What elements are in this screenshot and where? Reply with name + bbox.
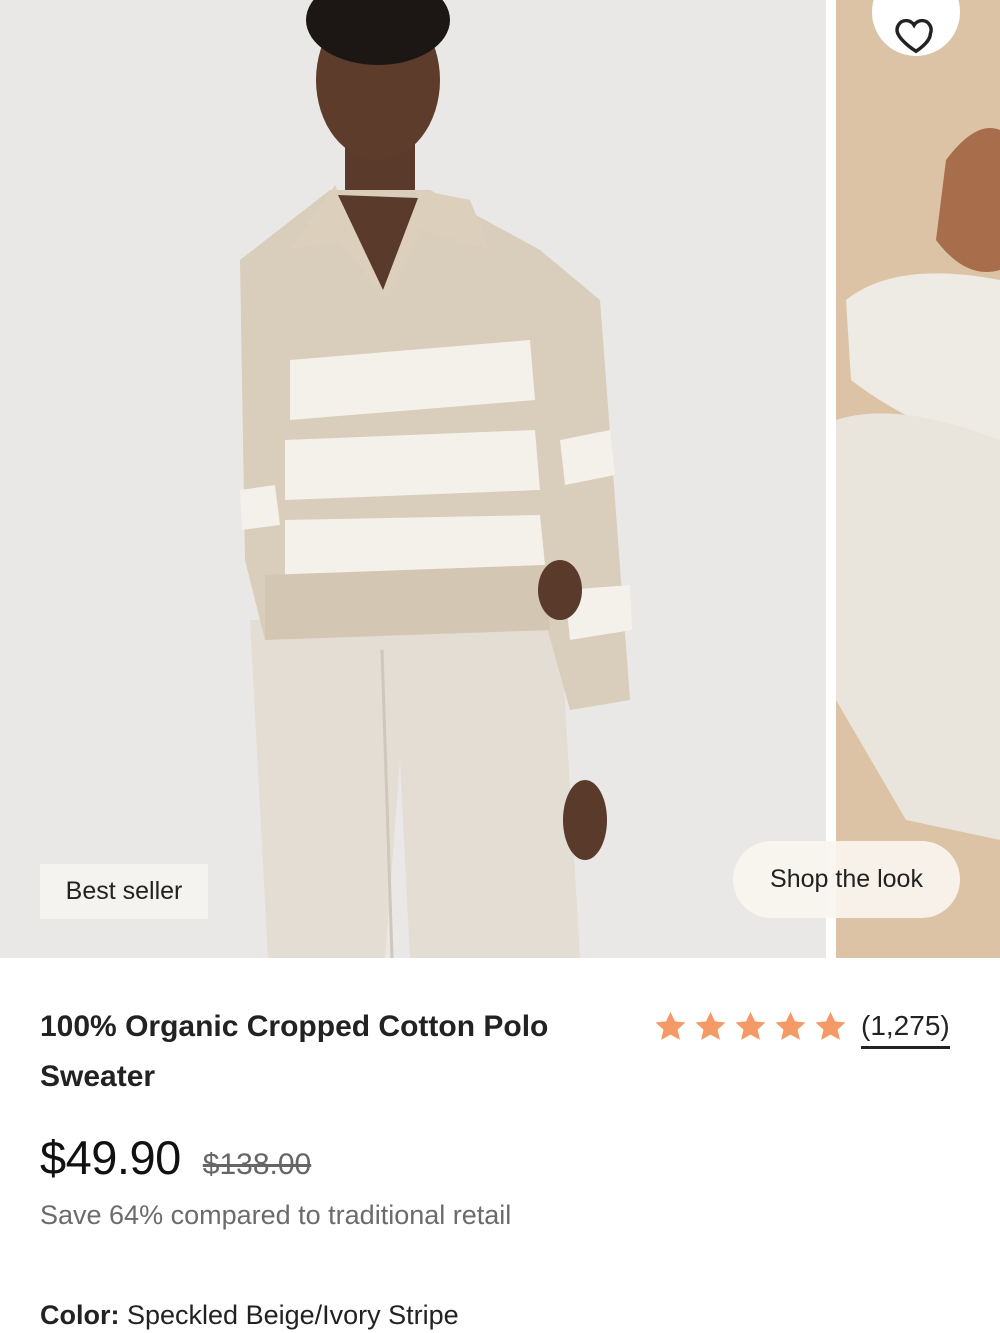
savings-text: Save 64% compared to traditional retail [40,1200,512,1230]
product-title: 100% Organic Cropped Cotton Polo Sweater [40,1010,549,1093]
star-filled-icon [775,1011,806,1040]
best-seller-badge: Best seller [40,864,208,919]
rating-stars [652,1008,849,1045]
product-rating[interactable]: (1,275) [652,1004,950,1049]
price-row: $49.90 $138.00 [40,1130,311,1185]
heart-outline-icon [895,18,933,54]
original-price: $138.00 [202,1148,312,1181]
review-count-link[interactable]: (1,275) [861,1010,950,1049]
star-filled-icon [655,1011,686,1040]
star-filled-icon [695,1011,726,1040]
color-value: Speckled Beige/Ivory Stripe [127,1300,459,1330]
star-filled-icon [815,1011,846,1040]
model-photo [240,0,632,958]
shop-the-look-button[interactable]: Shop the look [733,841,960,918]
current-price: $49.90 [40,1131,181,1184]
product-image-gallery[interactable]: Best seller Shop the look [0,0,1000,958]
star-filled-icon [735,1011,766,1040]
product-image-main[interactable]: Best seller [0,0,826,958]
color-selection: Color: Speckled Beige/Ivory Stripe [40,1300,459,1331]
model-photo-next [836,128,1000,840]
color-label: Color: [40,1300,120,1330]
product-image-next[interactable] [836,0,1000,958]
